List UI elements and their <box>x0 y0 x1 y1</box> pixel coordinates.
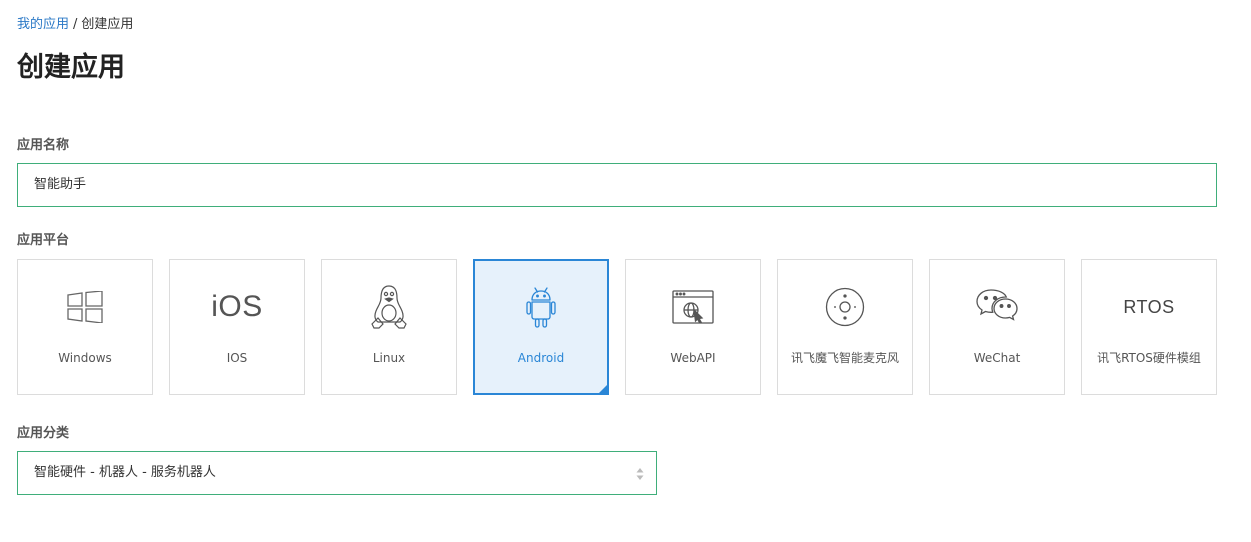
microphone-icon <box>778 284 912 330</box>
platform-option-wechat[interactable]: WeChat <box>929 259 1065 395</box>
platform-option-android[interactable]: Android <box>473 259 609 395</box>
select-arrows-icon <box>636 468 644 480</box>
platform-name: 讯飞魔飞智能麦克风 <box>790 351 899 365</box>
selected-corner-indicator <box>598 384 608 394</box>
breadcrumb-separator: / <box>73 17 78 32</box>
android-icon <box>475 284 607 330</box>
platform-option-windows[interactable]: Windows <box>17 259 153 395</box>
platform-name: WebAPI <box>670 351 716 365</box>
ios-glyph: iOS <box>211 290 263 323</box>
category-select-value: 智能硬件 - 机器人 - 服务机器人 <box>34 465 216 480</box>
platform-name: 讯飞RTOS硬件模组 <box>1097 351 1201 365</box>
app-name-input[interactable]: 智能助手 <box>17 163 1217 207</box>
category-label: 应用分类 <box>17 426 70 441</box>
platform-label: 应用平台 <box>17 233 70 248</box>
platform-option-linux[interactable]: Linux <box>321 259 457 395</box>
platform-name: Linux <box>372 351 406 365</box>
rtos-icon: RTOS <box>1082 284 1216 330</box>
page-title: 创建应用 <box>17 52 125 83</box>
linux-icon <box>322 284 456 330</box>
platform-option-rtos[interactable]: RTOS 讯飞RTOS硬件模组 <box>1081 259 1217 395</box>
platform-name: WeChat <box>973 351 1021 365</box>
platform-option-microphone[interactable]: 讯飞魔飞智能麦克风 <box>777 259 913 395</box>
rtos-glyph: RTOS <box>1123 296 1175 317</box>
category-select[interactable]: 智能硬件 - 机器人 - 服务机器人 <box>17 451 657 495</box>
breadcrumb: 我的应用 / 创建应用 <box>17 16 133 34</box>
windows-icon <box>18 284 152 330</box>
breadcrumb-current: 创建应用 <box>81 17 134 32</box>
platform-option-ios[interactable]: iOS IOS <box>169 259 305 395</box>
platform-name: IOS <box>226 351 248 365</box>
platform-options: Windows iOS IOS Linux Android WebAPI 讯飞魔… <box>17 259 1217 395</box>
ios-icon: iOS <box>170 284 304 330</box>
platform-name: Android <box>517 351 565 365</box>
wechat-icon <box>930 284 1064 330</box>
platform-name: Windows <box>58 351 112 365</box>
breadcrumb-link-my-apps[interactable]: 我的应用 <box>17 17 69 32</box>
webapi-icon <box>626 284 760 330</box>
platform-option-webapi[interactable]: WebAPI <box>625 259 761 395</box>
app-name-label: 应用名称 <box>17 138 70 153</box>
